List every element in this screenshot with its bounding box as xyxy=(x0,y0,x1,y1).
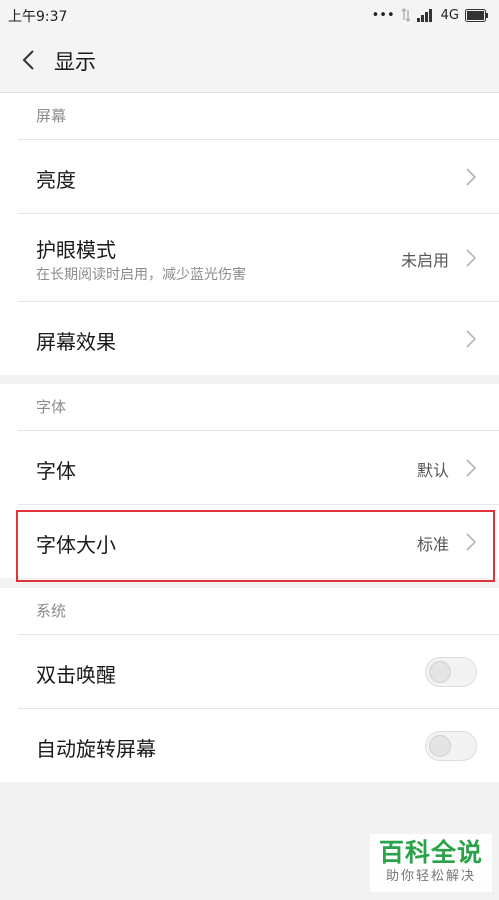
row-eye-care-mode[interactable]: 护眼模式 在长期阅读时启用，减少蓝光伤害 未启用 xyxy=(18,213,499,301)
row-double-tap-wake[interactable]: 双击唤醒 xyxy=(18,634,499,708)
row-label: 字体 xyxy=(36,459,76,483)
watermark-sub: 助你轻松解决 xyxy=(385,869,476,884)
section-title-screen: 屏幕 xyxy=(36,107,67,125)
watermark: 百科全说 助你轻松解决 xyxy=(370,834,492,892)
row-label: 亮度 xyxy=(36,168,76,192)
row-brightness[interactable]: 亮度 xyxy=(18,139,499,213)
chevron-right-icon xyxy=(466,168,477,186)
row-font-size[interactable]: 字体大小 标准 xyxy=(18,504,499,578)
toggle-knob xyxy=(429,661,451,683)
signal-icon xyxy=(416,8,435,22)
chevron-right-icon xyxy=(466,249,477,267)
chevron-left-icon xyxy=(22,50,34,70)
status-icons: ••• 4G xyxy=(372,5,489,25)
section-font: 字体 字体 默认 字体大小 标准 xyxy=(0,384,499,578)
row-screen-effect[interactable]: 屏幕效果 xyxy=(18,301,499,375)
battery-icon xyxy=(465,8,489,22)
row-value: 未启用 xyxy=(400,251,449,270)
data-transfer-icon xyxy=(401,8,411,22)
section-system: 系统 双击唤醒 自动旋转屏幕 xyxy=(0,588,499,782)
toggle-knob xyxy=(429,735,451,757)
row-value: 标准 xyxy=(416,535,449,554)
app-header: 显示 xyxy=(0,30,499,93)
chevron-right-icon xyxy=(466,330,477,348)
more-dots-icon: ••• xyxy=(371,7,395,23)
row-label: 双击唤醒 xyxy=(36,663,116,687)
page-title: 显示 xyxy=(54,50,96,74)
double-tap-wake-toggle[interactable] xyxy=(425,657,477,687)
row-font[interactable]: 字体 默认 xyxy=(18,430,499,504)
row-value: 默认 xyxy=(416,461,449,480)
section-screen: 屏幕 亮度 护眼模式 在长期阅读时启用，减少蓝光伤害 未启用 屏幕效果 xyxy=(0,93,499,375)
row-label: 护眼模式 xyxy=(36,238,116,262)
row-label: 字体大小 xyxy=(36,533,116,557)
chevron-right-icon xyxy=(466,459,477,477)
section-title-system: 系统 xyxy=(36,602,67,620)
row-subtitle: 在长期阅读时启用，减少蓝光伤害 xyxy=(36,267,246,283)
status-bar: 上午9:37 ••• 4G xyxy=(0,0,499,30)
chevron-right-icon xyxy=(466,533,477,551)
auto-rotate-toggle[interactable] xyxy=(425,731,477,761)
watermark-main: 百科全说 xyxy=(378,838,483,867)
row-label: 屏幕效果 xyxy=(36,330,116,354)
back-button[interactable] xyxy=(14,46,42,74)
row-auto-rotate[interactable]: 自动旋转屏幕 xyxy=(18,708,499,782)
section-title-font: 字体 xyxy=(36,398,67,416)
row-label: 自动旋转屏幕 xyxy=(36,737,156,761)
network-type: 4G xyxy=(440,7,459,23)
status-time: 上午9:37 xyxy=(8,9,68,25)
